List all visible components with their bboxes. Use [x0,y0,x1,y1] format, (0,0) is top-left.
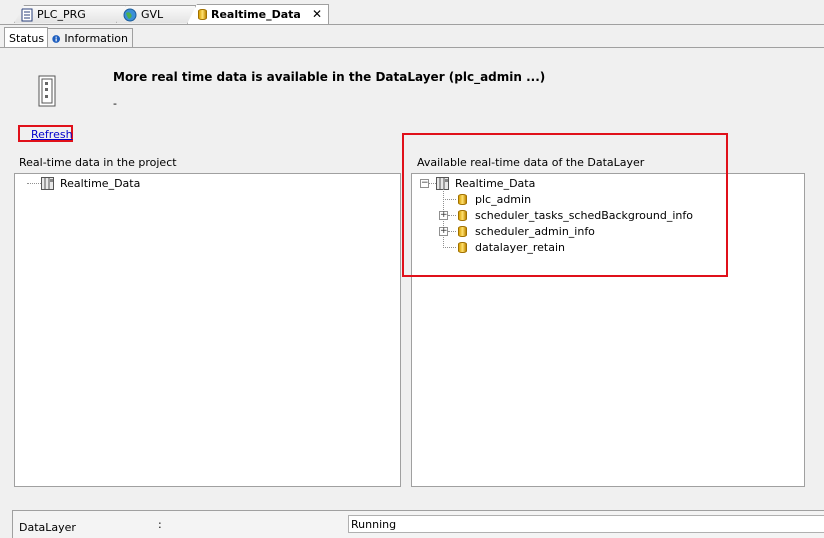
status-value-field: Running [348,515,824,533]
tree-item[interactable]: Realtime_Data [41,175,140,191]
status-name: DataLayer [19,521,76,534]
tab-label: PLC_PRG [37,8,86,21]
left-panel-title: Real-time data in the project [19,156,177,169]
document-icon [21,8,33,21]
tab-label: Realtime_Data [211,8,301,21]
project-data-tree[interactable]: Realtime_Data [14,173,401,487]
status-value: Running [351,518,397,531]
status-bar: DataLayer : Running [12,510,824,538]
refresh-link[interactable]: Refresh [31,128,73,141]
datalayer-message: More real time data is available in the … [113,70,546,84]
datalayer-submessage: - [113,97,117,110]
structure-icon [41,176,54,190]
tab-plc-prg[interactable]: PLC_PRG [14,5,126,23]
tab-gvl[interactable]: GVL [116,5,196,23]
status-separator: : [158,518,162,531]
tab-label: GVL [141,8,164,21]
tab-information[interactable]: Information [47,28,133,48]
close-icon[interactable]: ✕ [312,7,322,21]
database-icon [198,9,207,20]
tab-status[interactable]: Status [4,27,48,49]
tab-label: Information [64,32,128,45]
document-tab-strip: PLC_PRG GVL Realtime_Data ✕ [0,0,824,25]
tab-label: Status [9,32,45,45]
tree-item-label: Realtime_Data [60,176,141,190]
tab-realtime-data[interactable]: Realtime_Data ✕ [187,4,329,24]
info-icon [52,34,61,43]
globe-icon [123,8,137,21]
datalayer-device-icon [38,75,56,107]
datalayer-highlight-box [402,133,728,277]
